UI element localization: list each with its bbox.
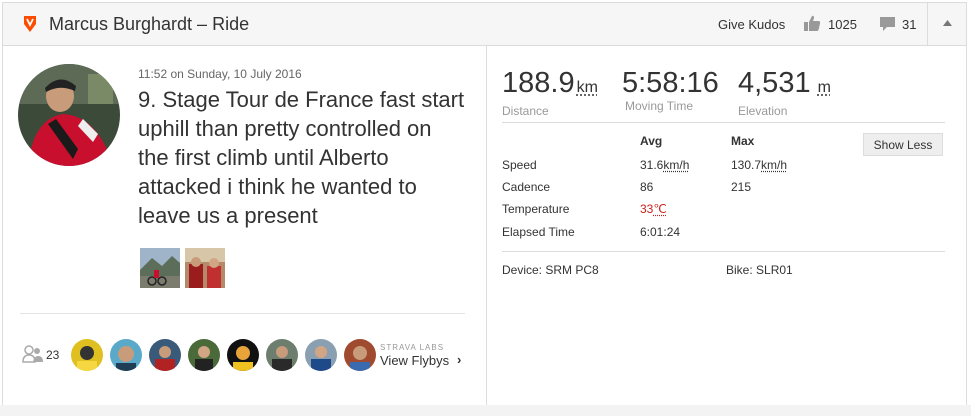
strava-labs-label: STRAVA LABS bbox=[380, 343, 445, 352]
avg-header: Avg bbox=[640, 134, 663, 148]
speed-avg: 31.6km/h bbox=[640, 158, 690, 172]
kudoers-icon[interactable] bbox=[22, 345, 44, 363]
kudoer-avatar[interactable] bbox=[110, 339, 142, 371]
moving-time-value: 5:58:16 bbox=[622, 67, 719, 99]
temperature-label: Temperature bbox=[502, 202, 570, 216]
kudoer-avatar[interactable] bbox=[188, 339, 220, 371]
kudoer-avatar[interactable] bbox=[305, 339, 337, 371]
athlete-avatar[interactable] bbox=[18, 64, 120, 166]
stat-elevation: 4,531 m Elevation bbox=[738, 67, 831, 118]
speed-avg-unit[interactable]: km/h bbox=[663, 158, 689, 172]
divider bbox=[502, 122, 945, 123]
collapse-button[interactable] bbox=[927, 3, 967, 45]
elevation-label: Elevation bbox=[738, 104, 788, 118]
activity-description: 9. Stage Tour de France fast start uphil… bbox=[138, 87, 465, 228]
activity-photo[interactable] bbox=[140, 248, 180, 288]
divider bbox=[20, 313, 465, 314]
speed-max: 130.7km/h bbox=[731, 158, 788, 172]
view-flybys-link[interactable]: View Flybys bbox=[380, 353, 449, 368]
cadence-avg: 86 bbox=[640, 180, 654, 194]
page-title: Marcus Burghardt – Ride bbox=[49, 14, 250, 34]
kudoer-avatar[interactable] bbox=[149, 339, 181, 371]
cadence-max: 215 bbox=[731, 180, 752, 194]
distance-value: 188.9 bbox=[502, 67, 575, 99]
stat-distance: 188.9 km Distance bbox=[502, 67, 598, 118]
activity-photo[interactable] bbox=[185, 248, 225, 288]
temperature-avg: 33℃ bbox=[640, 202, 667, 216]
comment-icon[interactable] bbox=[879, 16, 896, 32]
kudos-count[interactable]: 1025 bbox=[828, 17, 857, 32]
moving-time-label: Moving Time bbox=[625, 99, 694, 113]
kudoer-avatar[interactable] bbox=[266, 339, 298, 371]
kudoer-avatar[interactable] bbox=[71, 339, 103, 371]
give-kudos-button[interactable]: Give Kudos bbox=[718, 17, 785, 32]
chevron-right-icon[interactable]: › bbox=[457, 352, 461, 367]
cadence-label: Cadence bbox=[502, 180, 551, 194]
speed-label: Speed bbox=[502, 158, 537, 172]
temperature-unit[interactable]: ℃ bbox=[653, 202, 666, 216]
kudoer-avatar[interactable] bbox=[227, 339, 259, 371]
comment-count[interactable]: 31 bbox=[902, 17, 916, 32]
distance-unit[interactable]: km bbox=[577, 79, 598, 96]
stat-moving-time: 5:58:16 Moving Time bbox=[622, 67, 719, 113]
elevation-unit[interactable]: m bbox=[818, 79, 831, 96]
thumbs-up-icon[interactable] bbox=[803, 14, 821, 32]
elapsed-time-value: 6:01:24 bbox=[640, 225, 681, 239]
elapsed-time-label: Elapsed Time bbox=[502, 225, 575, 239]
kudoers-count[interactable]: 23 bbox=[46, 348, 59, 362]
kudoer-avatar[interactable] bbox=[344, 339, 376, 371]
elevation-value: 4,531 bbox=[738, 67, 811, 99]
column-divider bbox=[486, 46, 487, 412]
caret-up-icon bbox=[943, 20, 952, 26]
activity-header: Marcus Burghardt – Ride Give Kudos 1025 … bbox=[3, 3, 966, 46]
bike-info: Bike: SLR01 bbox=[726, 263, 793, 277]
speed-max-unit[interactable]: km/h bbox=[761, 158, 787, 172]
page-footer-strip bbox=[0, 405, 971, 416]
divider bbox=[502, 251, 945, 252]
show-less-button[interactable]: Show Less bbox=[863, 133, 943, 156]
activity-date: 11:52 on Sunday, 10 July 2016 bbox=[138, 67, 302, 81]
device-info: Device: SRM PC8 bbox=[502, 263, 599, 277]
max-header: Max bbox=[731, 134, 755, 148]
distance-label: Distance bbox=[502, 104, 549, 118]
strava-logo-icon bbox=[24, 16, 36, 32]
